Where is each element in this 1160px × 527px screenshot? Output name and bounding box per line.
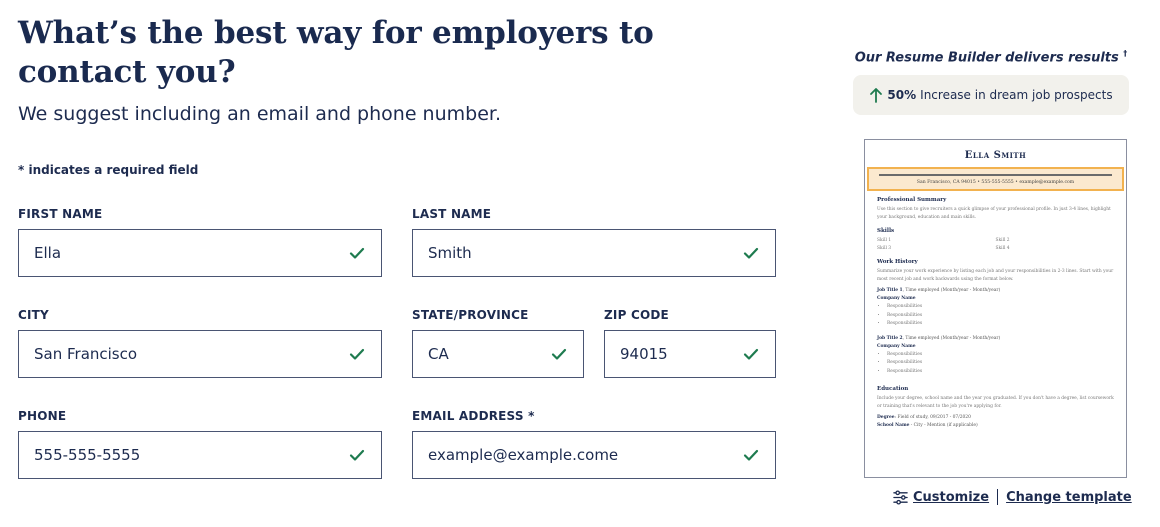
resume-education-section: Education Include your degree, school na… <box>877 386 1114 430</box>
resume-company-name: Company Name <box>877 343 916 349</box>
resume-divider <box>879 174 1112 176</box>
city-label: CITY <box>18 308 49 322</box>
phone-input-box <box>18 431 382 479</box>
stat-value: 50% <box>887 88 917 102</box>
resume-name: Ella Smith <box>964 150 1027 161</box>
resume-work-text: Summarize your work experience by listin… <box>877 269 1114 282</box>
resume-school-text: - City - Mention (if applicable) <box>909 423 978 428</box>
footnote-mark: † <box>1123 49 1128 58</box>
phone-label: PHONE <box>18 409 67 423</box>
resume-skill: Skill 3 <box>877 246 892 251</box>
page-subtitle: We suggest including an email and phone … <box>18 103 502 125</box>
last-name-input-box <box>412 229 776 277</box>
zip-code-label: ZIP CODE <box>604 308 669 322</box>
resume-company-name: Company Name <box>877 296 916 301</box>
resume-responsibility: Responsibilities <box>887 320 1114 329</box>
first-name-label: FIRST NAME <box>18 207 103 221</box>
results-title: Our Resume Builder delivers results † <box>853 49 1129 65</box>
resume-school-label: School Name <box>877 423 910 428</box>
resume-skill: Skill 4 <box>995 246 1010 251</box>
zip-code-input[interactable] <box>605 331 741 377</box>
resume-responsibilities: Responsibilities Responsibilities Respon… <box>877 351 1114 377</box>
last-name-input[interactable] <box>413 230 741 276</box>
city-input-box <box>18 330 382 378</box>
state-input-box <box>412 330 584 378</box>
resume-responsibilities: Responsibilities Responsibilities Respon… <box>877 303 1114 329</box>
link-divider <box>997 489 999 505</box>
resume-responsibility: Responsibilities <box>887 312 1114 321</box>
resume-summary-text: Use this section to give recruiters a qu… <box>877 207 1111 220</box>
city-field: CITY <box>18 308 382 380</box>
email-input-box <box>412 431 776 479</box>
resume-skill: Skill 2 <box>995 238 1010 243</box>
resume-job: Job Title 1, Time employed (Month/year -… <box>877 287 1114 295</box>
check-icon <box>349 348 365 360</box>
check-icon <box>743 449 759 461</box>
first-name-input-box <box>18 229 382 277</box>
resume-job-title: Job Title 1 <box>877 288 903 293</box>
first-name-input[interactable] <box>19 230 347 276</box>
stat-text: Increase in dream job prospects <box>920 88 1113 102</box>
check-icon <box>743 348 759 360</box>
arrow-up-icon <box>870 88 883 103</box>
check-icon <box>743 247 759 259</box>
resume-job-title: Job Title 2 <box>877 335 903 341</box>
last-name-field: LAST NAME <box>412 207 776 279</box>
resume-degree-label: Degree <box>877 415 895 420</box>
city-input[interactable] <box>19 331 347 377</box>
customize-label: Customize <box>913 489 990 505</box>
change-template-link[interactable]: Change template <box>1006 490 1132 505</box>
resume-section-heading: Professional Summary <box>877 197 947 203</box>
state-field: STATE/PROVINCE <box>412 308 584 380</box>
resume-degree: Degree: Field of study, 09/2017 - 07/202… <box>877 414 1114 422</box>
resume-company: Company Name <box>877 295 1114 303</box>
resume-responsibility: Responsibilities <box>887 351 1114 360</box>
email-field: EMAIL ADDRESS * <box>412 409 776 481</box>
resume-section-heading: Education <box>877 386 909 392</box>
check-icon <box>349 247 365 259</box>
phone-input[interactable] <box>19 432 347 478</box>
check-icon <box>349 449 365 461</box>
resume-section-heading: Skills <box>877 228 895 234</box>
customize-link[interactable]: Customize <box>893 490 989 505</box>
resume-skills-section: Skills Skill 1 Skill 2 Skill 3 Skill 4 <box>877 228 1114 253</box>
resume-skills-list: Skill 1 Skill 2 Skill 3 Skill 4 <box>877 237 1114 253</box>
resume-job-dates: , Time employed (Month/year - Month/year… <box>902 288 1001 293</box>
results-stat-box: 50% Increase in dream job prospects <box>853 75 1129 115</box>
resume-preview[interactable]: Ella Smith San Francisco, CA 94015 • 555… <box>864 139 1127 478</box>
zip-code-input-box <box>604 330 776 378</box>
email-label: EMAIL ADDRESS * <box>412 409 535 423</box>
resume-responsibility: Responsibilities <box>887 303 1114 312</box>
resume-work-section: Work History Summarize your work experie… <box>877 259 1114 376</box>
resume-summary-section: Professional Summary Use this section to… <box>877 197 1114 222</box>
resume-job-dates: , Time employed (Month/year - Month/year… <box>902 335 1001 341</box>
last-name-label: LAST NAME <box>412 207 492 221</box>
first-name-field: FIRST NAME <box>18 207 382 279</box>
resume-education-text: Include your degree, school name and the… <box>877 396 1114 409</box>
resume-contact-highlight: San Francisco, CA 94015 • 555-555-5555 •… <box>867 167 1124 191</box>
resume-responsibility: Responsibilities <box>887 368 1114 377</box>
state-input[interactable] <box>413 331 549 377</box>
resume-job: Job Title 2, Time employed (Month/year -… <box>877 335 1114 343</box>
resume-contact-text: San Francisco, CA 94015 • 555-555-5555 •… <box>916 180 1075 185</box>
results-title-text: Our Resume Builder delivers results <box>854 50 1119 66</box>
zip-code-field: ZIP CODE <box>604 308 776 380</box>
resume-degree-text: : Field of study, 09/2017 - 07/2020 <box>894 415 971 420</box>
resume-school: School Name - City - Mention (if applica… <box>877 422 1114 430</box>
state-label: STATE/PROVINCE <box>412 308 529 322</box>
required-field-note: * indicates a required field <box>18 163 199 177</box>
sliders-icon <box>893 489 908 505</box>
template-actions: Customize Change template <box>893 489 1132 505</box>
check-icon <box>551 348 567 360</box>
page-title: What’s the best way for employers to con… <box>18 15 654 90</box>
phone-field: PHONE <box>18 409 382 481</box>
email-input[interactable] <box>413 432 741 478</box>
resume-skill: Skill 1 <box>877 238 892 243</box>
resume-company: Company Name <box>877 343 1114 351</box>
resume-responsibility: Responsibilities <box>887 359 1114 368</box>
resume-section-heading: Work History <box>877 259 918 265</box>
